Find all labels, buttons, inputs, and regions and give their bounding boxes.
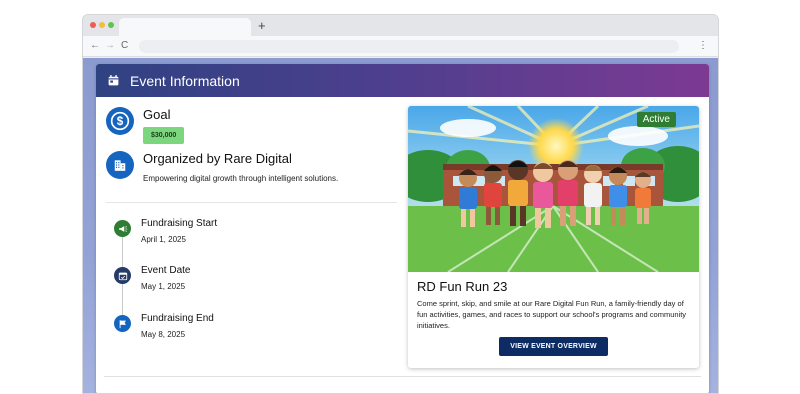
organizer-description: Empowering digital growth through intell… bbox=[143, 174, 339, 183]
maximize-window-icon[interactable] bbox=[108, 22, 114, 28]
browser-window: + ← → C ⋮ Event Information $ Goal $30,0… bbox=[82, 14, 719, 394]
section-divider bbox=[106, 202, 397, 203]
timeline-item-fundraising-start: Fundraising Start April 1, 2025 bbox=[114, 217, 217, 244]
organizer-name: Organized by Rare Digital bbox=[143, 151, 292, 166]
bottom-divider bbox=[104, 376, 701, 377]
timeline-title: Fundraising End bbox=[141, 313, 214, 324]
timeline-date: April 1, 2025 bbox=[141, 235, 186, 244]
calendar-icon bbox=[108, 75, 119, 86]
organizer-section: Organized by Rare Digital Empowering dig… bbox=[106, 151, 338, 183]
timeline-item-fundraising-end: Fundraising End May 8, 2025 bbox=[114, 312, 214, 339]
browser-tab-bar: + bbox=[83, 15, 718, 36]
goal-label: Goal bbox=[143, 107, 171, 122]
timeline-item-event-date: Event Date May 1, 2025 bbox=[114, 264, 190, 291]
new-tab-button[interactable]: + bbox=[258, 18, 266, 34]
page-viewport: Event Information $ Goal $30,000 Organiz… bbox=[83, 58, 718, 393]
flag-icon bbox=[114, 315, 131, 332]
timeline-title: Fundraising Start bbox=[141, 218, 218, 229]
status-badge: Active bbox=[636, 112, 676, 127]
browser-toolbar: ← → C ⋮ bbox=[83, 36, 718, 57]
megaphone-icon bbox=[114, 220, 131, 237]
svg-text:$: $ bbox=[117, 115, 124, 128]
minimize-window-icon[interactable] bbox=[99, 22, 105, 28]
goal-section: $ Goal $30,000 bbox=[106, 107, 185, 144]
back-arrow-icon[interactable]: ← bbox=[90, 39, 100, 53]
dollar-icon: $ bbox=[106, 107, 134, 135]
timeline-date: May 8, 2025 bbox=[141, 330, 186, 339]
timeline-date: May 1, 2025 bbox=[141, 282, 186, 291]
view-event-overview-button[interactable]: VIEW EVENT OVERVIEW bbox=[499, 337, 608, 356]
building-icon bbox=[106, 151, 134, 179]
event-description: Come sprint, skip, and smile at our Rare… bbox=[417, 299, 687, 330]
address-bar[interactable] bbox=[139, 40, 679, 53]
browser-menu-icon[interactable]: ⋮ bbox=[698, 39, 708, 53]
forward-arrow-icon[interactable]: → bbox=[105, 39, 115, 53]
close-window-icon[interactable] bbox=[90, 22, 96, 28]
event-title: RD Fun Run 23 bbox=[417, 279, 508, 294]
page-title: Event Information bbox=[130, 72, 240, 89]
event-preview-card: Active RD Fun Run 23 Come sprint, skip, … bbox=[408, 106, 699, 368]
event-details-column: $ Goal $30,000 Organized by Rare Digital… bbox=[96, 97, 406, 393]
card-header: Event Information bbox=[96, 64, 709, 97]
reload-icon[interactable]: C bbox=[121, 39, 128, 53]
event-image bbox=[408, 106, 699, 272]
event-info-card: Event Information $ Goal $30,000 Organiz… bbox=[96, 64, 709, 393]
browser-tab[interactable] bbox=[119, 18, 251, 36]
calendar-check-icon bbox=[114, 267, 131, 284]
goal-amount-badge: $30,000 bbox=[143, 127, 185, 144]
timeline-title: Event Date bbox=[141, 265, 191, 276]
